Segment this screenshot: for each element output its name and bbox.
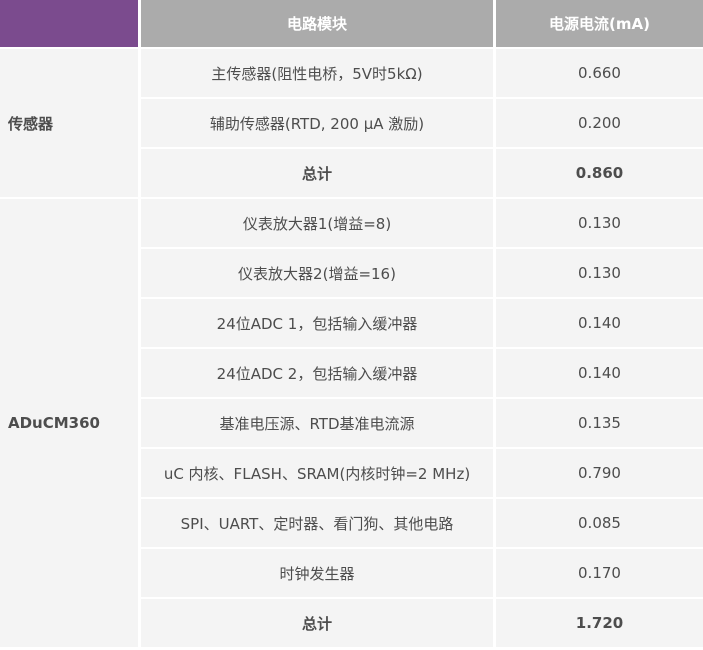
module-cell: SPI、UART、定时器、看门狗、其他电路 [141, 499, 493, 547]
header-circuit-module: 电路模块 [141, 0, 493, 47]
current-cell: 0.860 [496, 149, 703, 197]
header-supply-current: 电源电流(mA) [496, 0, 703, 47]
module-cell: 基准电压源、RTD基准电流源 [141, 399, 493, 447]
current-cell: 0.660 [496, 49, 703, 97]
power-consumption-table: 电路模块 电源电流(mA) 传感器 ADuCM360 主传感器(阻性电桥，5V时… [0, 0, 703, 647]
current-cell: 0.085 [496, 499, 703, 547]
module-cell: 总计 [141, 149, 493, 197]
module-cell: 主传感器(阻性电桥，5V时5kΩ) [141, 49, 493, 97]
module-cell: uC 内核、FLASH、SRAM(内核时钟=2 MHz) [141, 449, 493, 497]
module-cell: 总计 [141, 599, 493, 647]
current-cell: 0.140 [496, 299, 703, 347]
module-cell: 时钟发生器 [141, 549, 493, 597]
module-cell: 24位ADC 1，包括输入缓冲器 [141, 299, 493, 347]
current-cell: 1.720 [496, 599, 703, 647]
module-cell: 仪表放大器2(增益=16) [141, 249, 493, 297]
module-cell: 仪表放大器1(增益=8) [141, 199, 493, 247]
current-cell: 0.130 [496, 199, 703, 247]
module-cell: 24位ADC 2，包括输入缓冲器 [141, 349, 493, 397]
group-label-sensor: 传感器 [0, 49, 138, 197]
current-cell: 0.790 [496, 449, 703, 497]
module-cell: 辅助传感器(RTD, 200 μA 激励) [141, 99, 493, 147]
header-corner-cell [0, 0, 138, 47]
current-cell: 0.170 [496, 549, 703, 597]
current-cell: 0.140 [496, 349, 703, 397]
current-cell: 0.200 [496, 99, 703, 147]
group-label-aducm360: ADuCM360 [0, 199, 138, 647]
current-cell: 0.135 [496, 399, 703, 447]
current-cell: 0.130 [496, 249, 703, 297]
